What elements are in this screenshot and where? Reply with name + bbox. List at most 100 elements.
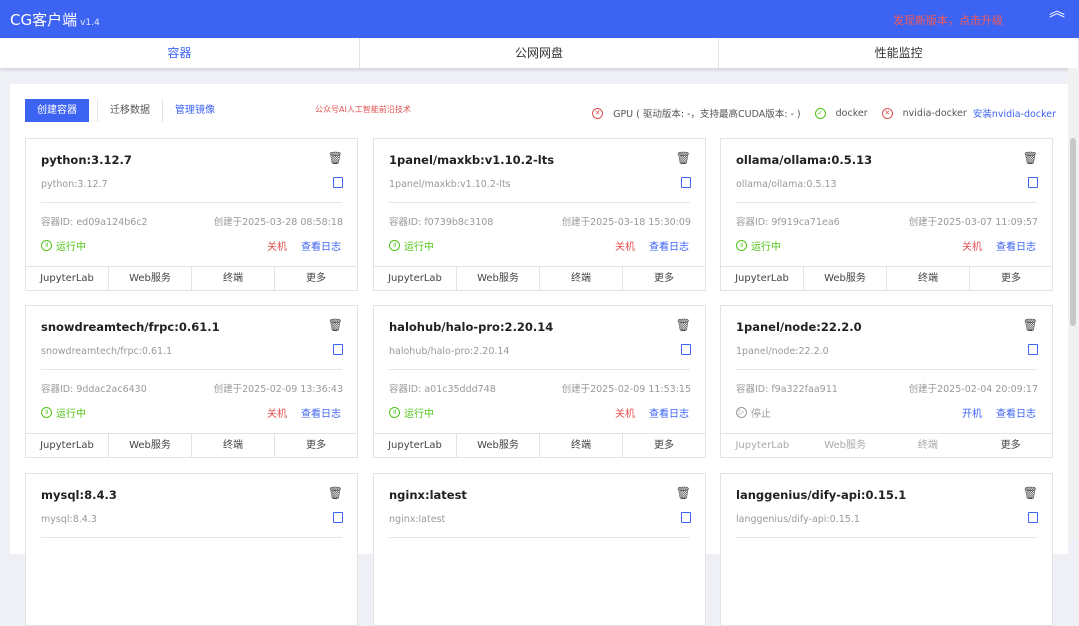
- pause-icon: ॥: [736, 240, 747, 251]
- container-image: 1panel/maxkb:v1.10.2-lts: [389, 179, 511, 190]
- trash-icon[interactable]: 🗑: [1023, 151, 1038, 165]
- trash-icon[interactable]: 🗑: [676, 151, 691, 165]
- footer-jupyterlab-button[interactable]: JupyterLab: [26, 434, 109, 458]
- trash-icon[interactable]: 🗑: [1023, 318, 1038, 332]
- container-card: langgenius/dify-api:0.15.1 🗑 langgenius/…: [720, 473, 1053, 626]
- container-card: python:3.12.7 🗑 python:3.12.7 容器ID: ed09…: [25, 138, 358, 291]
- view-logs-button[interactable]: 查看日志: [301, 405, 341, 420]
- copy-icon[interactable]: [1028, 344, 1038, 355]
- power-button[interactable]: 关机: [615, 405, 635, 420]
- status-badge: ॥ 运行中: [736, 238, 781, 253]
- footer-jupyterlab-button[interactable]: JupyterLab: [721, 434, 804, 458]
- trash-icon[interactable]: 🗑: [1023, 486, 1038, 500]
- footer-terminal-button[interactable]: 终端: [540, 267, 623, 291]
- copy-icon[interactable]: [1028, 177, 1038, 188]
- footer-more-button[interactable]: 更多: [623, 434, 705, 458]
- created-time: 创建于2025-03-07 11:09:57: [908, 217, 1038, 228]
- container-name: snowdreamtech/frpc:0.61.1: [41, 320, 220, 334]
- collapse-icon[interactable]: ︽: [1049, 3, 1065, 19]
- copy-icon[interactable]: [1028, 512, 1038, 523]
- footer-jupyterlab-button[interactable]: JupyterLab: [374, 434, 457, 458]
- divider: [41, 369, 342, 370]
- divider: [736, 369, 1037, 370]
- footer-more-button[interactable]: 更多: [275, 434, 357, 458]
- divider: [389, 537, 690, 538]
- footer-terminal-button[interactable]: 终端: [192, 434, 275, 458]
- tab-containers[interactable]: 容器: [0, 38, 360, 68]
- view-logs-button[interactable]: 查看日志: [996, 405, 1036, 420]
- footer-more-button[interactable]: 更多: [275, 267, 357, 291]
- error-icon: ✕: [881, 107, 893, 119]
- container-card: snowdreamtech/frpc:0.61.1 🗑 snowdreamtec…: [25, 305, 358, 458]
- scrollbar[interactable]: [1068, 68, 1079, 539]
- container-name: mysql:8.4.3: [41, 488, 117, 502]
- footer-jupyterlab-button[interactable]: JupyterLab: [26, 267, 109, 291]
- divider: [736, 537, 1037, 538]
- trash-icon[interactable]: 🗑: [676, 486, 691, 500]
- trash-icon[interactable]: 🗑: [328, 486, 343, 500]
- migrate-data-button[interactable]: 迁移数据: [97, 99, 162, 122]
- container-card: nginx:latest 🗑 nginx:latest: [373, 473, 706, 626]
- copy-icon[interactable]: [681, 512, 691, 523]
- created-time: 创建于2025-02-09 13:36:43: [213, 384, 343, 395]
- scrollbar-thumb[interactable]: [1070, 138, 1076, 326]
- copy-icon[interactable]: [333, 344, 343, 355]
- created-time: 创建于2025-02-09 11:53:15: [561, 384, 691, 395]
- footer-web-service-button[interactable]: Web服务: [804, 434, 887, 458]
- container-name: python:3.12.7: [41, 153, 132, 167]
- footer-terminal-button[interactable]: 终端: [192, 267, 275, 291]
- footer-terminal-button[interactable]: 终端: [540, 434, 623, 458]
- install-nvidia-docker-link[interactable]: 安装nvidia-docker: [973, 106, 1056, 120]
- power-button[interactable]: 关机: [267, 405, 287, 420]
- footer-more-button[interactable]: 更多: [970, 267, 1052, 291]
- footer-more-button[interactable]: 更多: [623, 267, 705, 291]
- tab-netdisk[interactable]: 公网网盘: [360, 38, 720, 68]
- status-badge: ॥ 运行中: [389, 405, 434, 420]
- copy-icon[interactable]: [681, 177, 691, 188]
- upgrade-link[interactable]: 发现新版本，点击升级: [893, 12, 1003, 28]
- app-version: v1.4: [80, 18, 100, 28]
- footer-more-button[interactable]: 更多: [969, 434, 1052, 458]
- footer-web-service-button[interactable]: Web服务: [457, 267, 540, 291]
- created-time: 创建于2025-03-28 08:58:18: [213, 217, 343, 228]
- copy-icon[interactable]: [333, 512, 343, 523]
- footer-terminal-button[interactable]: 终端: [887, 434, 970, 458]
- footer-terminal-button[interactable]: 终端: [887, 267, 970, 291]
- view-logs-button[interactable]: 查看日志: [996, 238, 1036, 253]
- container-id: 容器ID: a01c35ddd748: [389, 384, 496, 395]
- error-icon: ✕: [592, 107, 604, 119]
- check-icon: ✓: [814, 107, 826, 119]
- footer-jupyterlab-button[interactable]: JupyterLab: [374, 267, 457, 291]
- card-footer: JupyterLab Web服务 终端 更多: [721, 266, 1052, 291]
- view-logs-button[interactable]: 查看日志: [301, 238, 341, 253]
- copy-icon[interactable]: [681, 344, 691, 355]
- view-logs-button[interactable]: 查看日志: [649, 405, 689, 420]
- container-card: 1panel/maxkb:v1.10.2-lts 🗑 1panel/maxkb:…: [373, 138, 706, 291]
- container-id: 容器ID: f0739b8c3108: [389, 217, 494, 228]
- trash-icon[interactable]: 🗑: [328, 318, 343, 332]
- trash-icon[interactable]: 🗑: [676, 318, 691, 332]
- nvidia-docker-status: nvidia-docker: [902, 107, 967, 119]
- footer-jupyterlab-button[interactable]: JupyterLab: [721, 267, 804, 291]
- container-name: langgenius/dify-api:0.15.1: [736, 488, 907, 502]
- card-footer: JupyterLab Web服务 终端 更多: [374, 266, 705, 291]
- created-time: 创建于2025-02-04 20:09:17: [908, 384, 1038, 395]
- footer-web-service-button[interactable]: Web服务: [457, 434, 540, 458]
- divider: [41, 537, 342, 538]
- footer-web-service-button[interactable]: Web服务: [109, 434, 192, 458]
- status-text: 停止: [751, 409, 771, 420]
- power-button[interactable]: 关机: [962, 238, 982, 253]
- footer-web-service-button[interactable]: Web服务: [109, 267, 192, 291]
- create-container-button[interactable]: 创建容器: [25, 99, 89, 122]
- pause-icon: ॥: [41, 407, 52, 418]
- view-logs-button[interactable]: 查看日志: [649, 238, 689, 253]
- copy-icon[interactable]: [333, 177, 343, 188]
- tab-monitor[interactable]: 性能监控: [719, 38, 1079, 68]
- footer-web-service-button[interactable]: Web服务: [804, 267, 887, 291]
- power-button[interactable]: 开机: [962, 405, 982, 420]
- power-button[interactable]: 关机: [615, 238, 635, 253]
- container-image: halohub/halo-pro:2.20.14: [389, 346, 510, 357]
- power-button[interactable]: 关机: [267, 238, 287, 253]
- trash-icon[interactable]: 🗑: [328, 151, 343, 165]
- manage-images-button[interactable]: 管理镜像: [162, 99, 227, 122]
